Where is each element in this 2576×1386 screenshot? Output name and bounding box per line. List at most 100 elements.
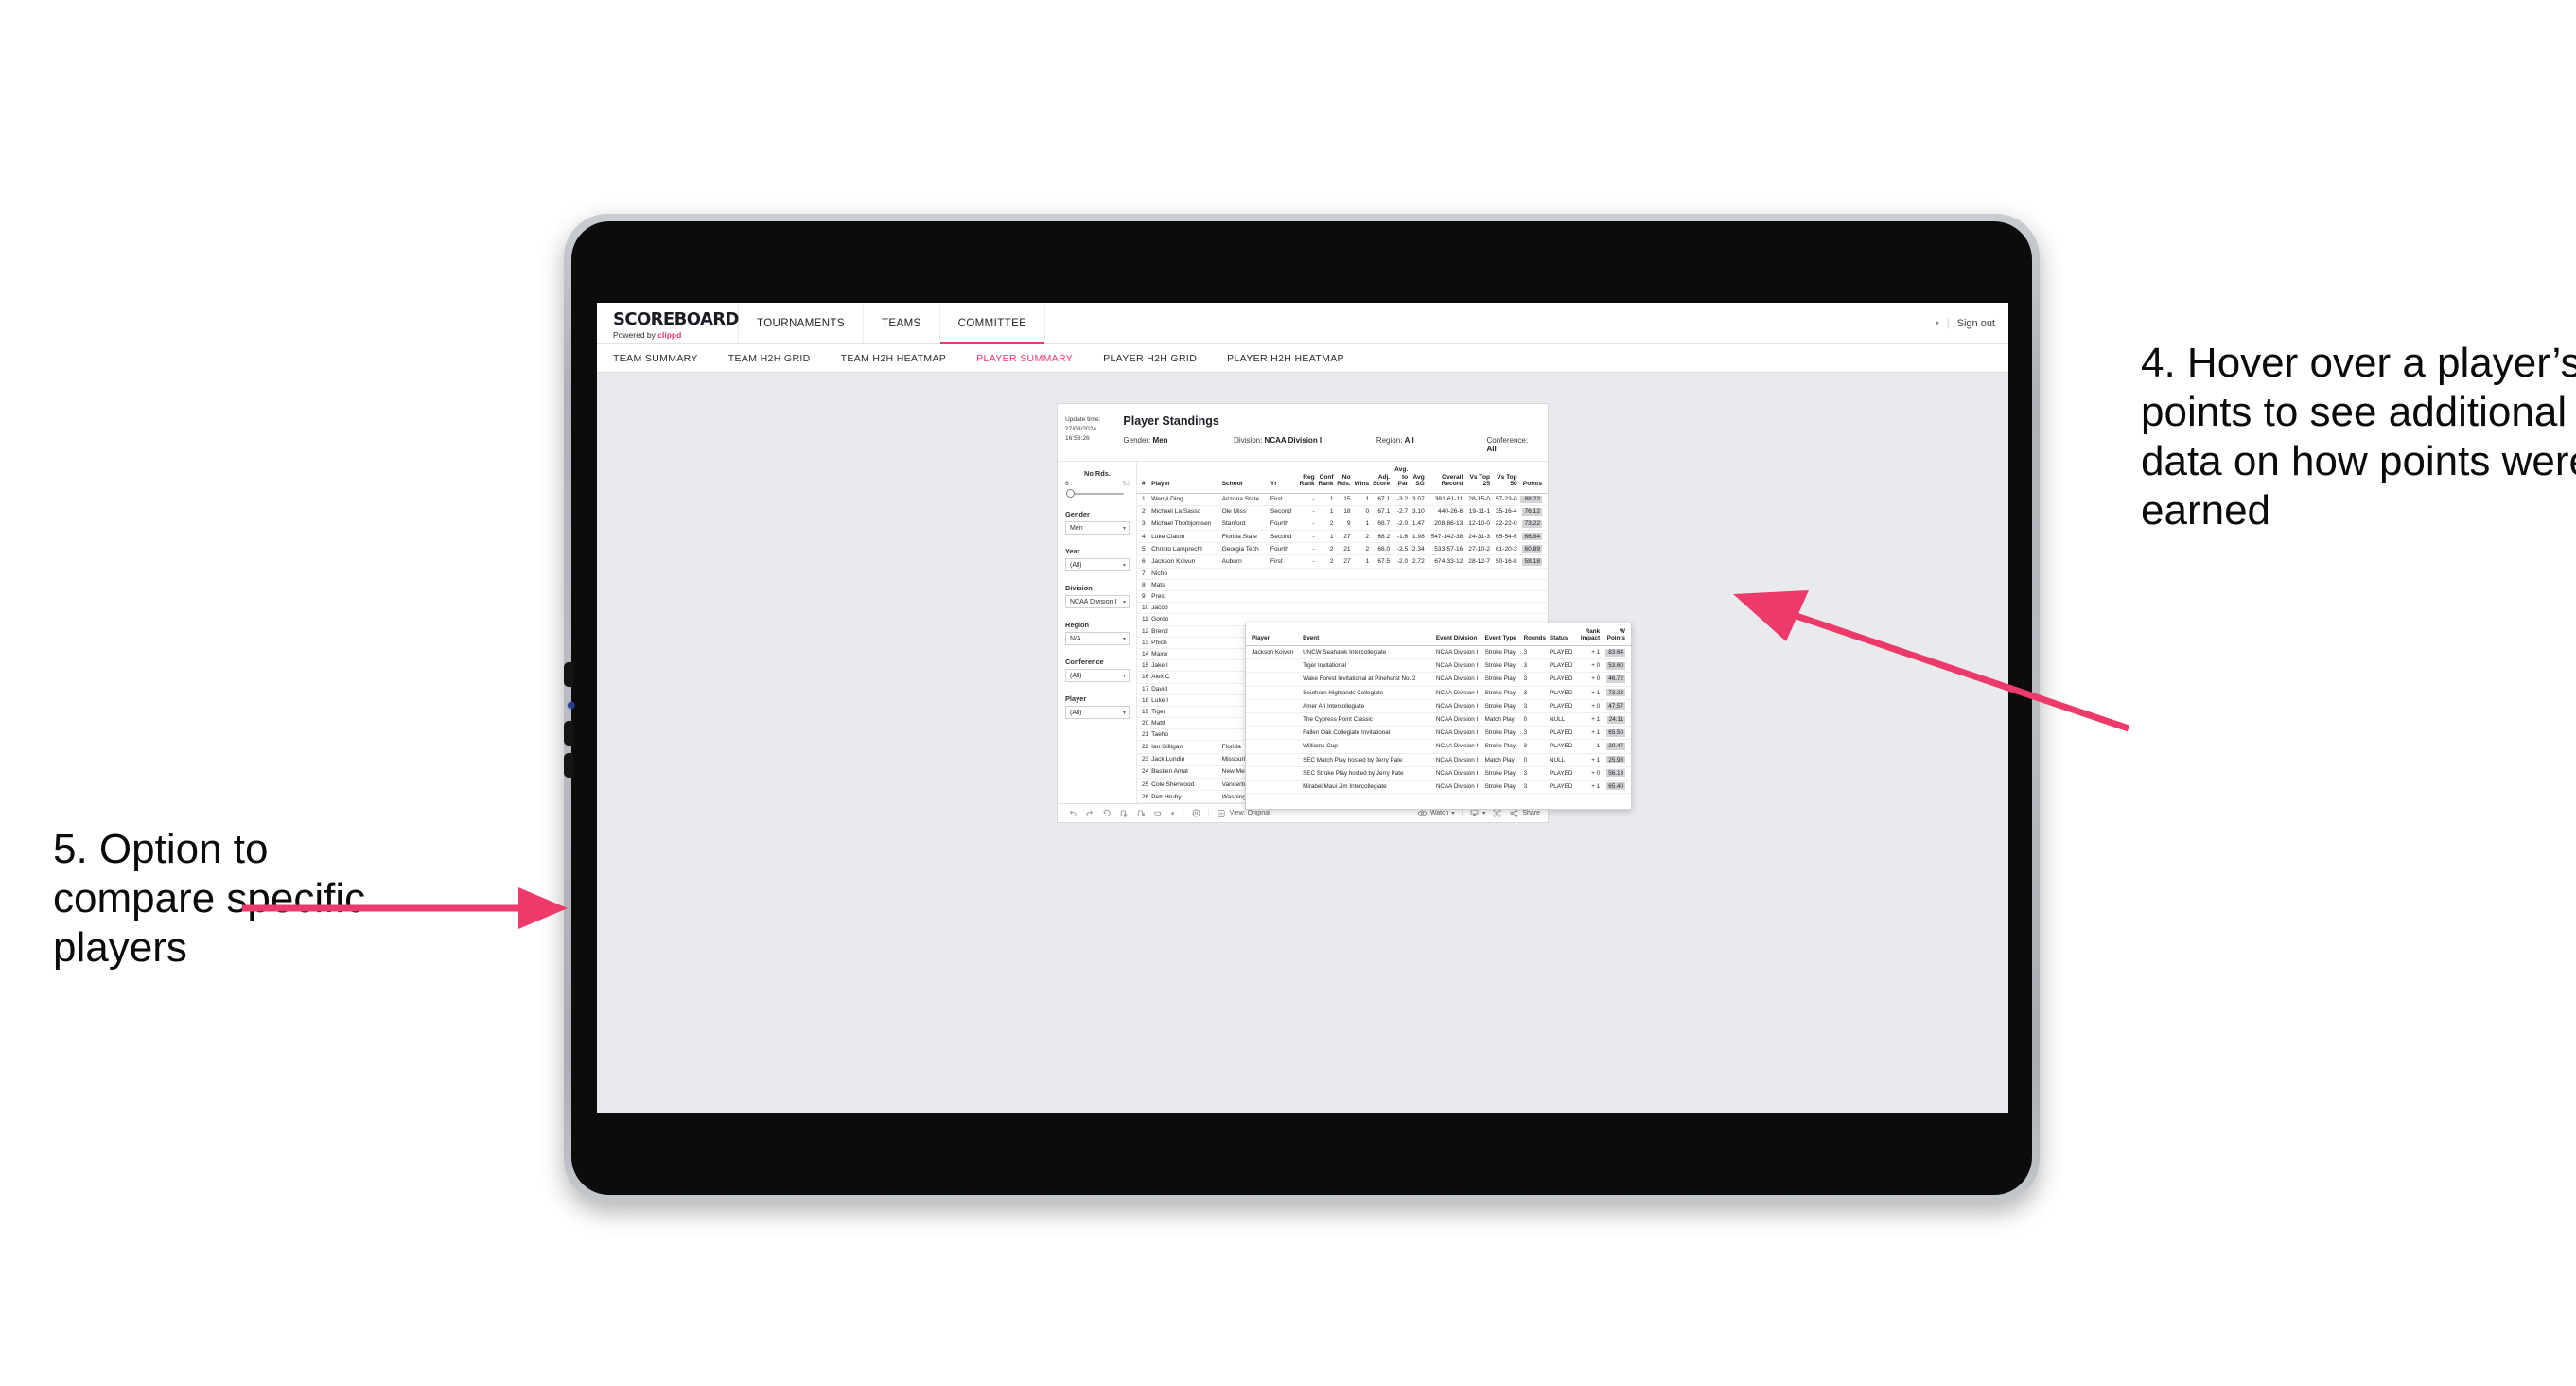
table-row[interactable]: 10 Jacob [1137, 602, 1548, 615]
cell-rank: 3 [1137, 518, 1151, 532]
cell-points[interactable]: 60.89 [1517, 542, 1548, 556]
table-row[interactable]: 4 Luke Claton Florida State Second -1 27 2 68.2… [1137, 530, 1548, 544]
custom-view-icon[interactable] [1152, 808, 1163, 818]
filter-year-select[interactable]: (All) ▾ [1065, 558, 1130, 571]
redo-icon[interactable] [1084, 808, 1095, 818]
filter-region: Region N/A ▾ [1065, 621, 1130, 645]
cell-overall-record: 381-61-11 [1425, 493, 1464, 506]
tooltip-cell-w-points: 25.98 [1602, 753, 1631, 767]
pause-refresh-icon[interactable] [1135, 808, 1146, 818]
cell-conf-rank: 1 [1315, 505, 1335, 518]
chevron-down-icon[interactable]: ▾ [1936, 319, 1939, 327]
tooltip-footer-spacer [1246, 794, 1631, 809]
cell-overall-record: 674-33-12 [1425, 554, 1464, 569]
col-vs-top-25[interactable]: Vs Top 25 [1463, 462, 1492, 494]
undo-icon[interactable] [1067, 808, 1078, 818]
filter-division-select[interactable]: NCAA Division I ▾ [1065, 595, 1130, 608]
col-rank[interactable]: # [1137, 462, 1151, 494]
tooltip-cell-rounds: 3 [1521, 726, 1549, 741]
cell-conf-rank: 2 [1315, 554, 1335, 569]
col-avg-sg[interactable]: Avg SG [1409, 462, 1426, 494]
tooltip-cell-player [1246, 686, 1302, 700]
slider-handle[interactable] [1066, 489, 1075, 498]
filter-gender-select[interactable]: Men ▾ [1065, 521, 1130, 535]
cell-occluded [1220, 579, 1548, 592]
tooltip-cell-event: Mirabel Maui Jim Intercollegiate [1301, 780, 1434, 795]
tooltip-cell-status: PLAYED [1548, 672, 1578, 687]
cell-reg-rank: - [1297, 505, 1316, 518]
brand-logo[interactable]: SCOREBOARD Powered by clippd [597, 303, 740, 343]
cell-school: Arizona State [1220, 493, 1270, 506]
table-row[interactable]: 8 Mats [1137, 579, 1548, 592]
col-vs-top-50[interactable]: Vs Top 50 [1491, 462, 1518, 494]
chevron-down-icon[interactable]: ▾ [1169, 808, 1176, 818]
filter-player-select[interactable]: (All) ▾ [1065, 706, 1130, 719]
cell-no-rds: 21 [1334, 542, 1352, 556]
revert-icon[interactable] [1101, 808, 1112, 818]
cell-points[interactable]: 88.22 [1517, 493, 1548, 506]
col-points[interactable]: Points [1517, 462, 1548, 494]
cell-points[interactable]: 58.18 [1517, 554, 1548, 569]
tab-player-h2h-grid[interactable]: PLAYER H2H GRID [1103, 353, 1218, 364]
standings-header-row: # Player School Yr Reg Rank Conf Rank No… [1137, 462, 1548, 494]
col-reg-rank[interactable]: Reg Rank [1297, 462, 1316, 494]
nav-item-tournaments[interactable]: TOURNAMENTS [739, 303, 864, 343]
tooltip-cell-status: NULL [1548, 753, 1578, 767]
filter-region-select[interactable]: N/A ▾ [1065, 632, 1130, 645]
view-icon [1217, 808, 1227, 818]
points-value-bar: 66.94 [1522, 533, 1542, 541]
table-row[interactable]: 7 Nicho [1137, 568, 1548, 580]
cell-yr: Fourth [1269, 518, 1298, 532]
table-row[interactable]: 1 Wenyi Ding Arizona State First -1 15 1 67.1 -3… [1137, 493, 1548, 506]
nav-item-committee[interactable]: COMMITTEE [939, 303, 1046, 344]
col-player[interactable]: Player [1150, 462, 1221, 494]
page-title: Player Standings [1123, 414, 1219, 428]
cell-points[interactable]: 76.12 [1517, 505, 1548, 518]
tab-team-h2h-grid[interactable]: TEAM H2H GRID [728, 353, 832, 364]
tip-col-w-points: W Points [1602, 623, 1631, 646]
no-rounds-slider[interactable] [1065, 489, 1130, 498]
w-points-value-bar: 83.64 [1605, 648, 1625, 657]
table-row[interactable]: 9 Prest [1137, 590, 1548, 604]
pause-auto-update-icon[interactable] [1191, 808, 1201, 818]
toolbar-divider-3: | [1461, 810, 1463, 817]
cell-wins: 0 [1351, 505, 1371, 518]
primary-nav: TOURNAMENTS TEAMS COMMITTEE [739, 303, 1046, 344]
col-no-rds[interactable]: No Rds. [1334, 462, 1352, 494]
tab-team-h2h-heatmap[interactable]: TEAM H2H HEATMAP [841, 353, 968, 364]
tip-col-status: Status [1548, 623, 1578, 646]
cell-overall-record: 547-142-38 [1425, 530, 1464, 544]
cell-rank: 20 [1137, 717, 1151, 730]
tooltip-cell-rounds: 3 [1521, 645, 1549, 660]
col-avg-to-par[interactable]: Avg. to Par [1391, 462, 1410, 494]
cell-vs-top-50: 50-16-8 [1491, 554, 1518, 569]
table-row[interactable]: 6 Jackson Koivun Auburn First -2 27 1 67.5 -2.0 2… [1137, 554, 1548, 569]
sign-out-link[interactable]: Sign out [1957, 318, 1995, 329]
tab-team-summary[interactable]: TEAM SUMMARY [613, 353, 719, 364]
w-points-value-bar: 20.47 [1606, 742, 1625, 750]
refresh-icon[interactable] [1118, 808, 1129, 818]
col-overall-record[interactable]: Overall Record [1425, 462, 1464, 494]
nav-item-teams[interactable]: TEAMS [864, 303, 940, 343]
table-row[interactable]: 5 Christo Lamprecht Georgia Tech Fourth -2 21… [1137, 542, 1548, 556]
col-school[interactable]: School [1220, 462, 1270, 494]
col-conf-rank[interactable]: Conf Rank [1315, 462, 1335, 494]
tooltip-cell-status: PLAYED [1548, 780, 1578, 795]
table-row[interactable]: 3 Michael Thorbjornsen Stanford Fourth -2 9 1 6… [1137, 518, 1548, 532]
cell-yr: Second [1269, 505, 1298, 518]
cell-vs-top-50: 65-54-6 [1491, 530, 1518, 544]
cell-wins: 2 [1351, 542, 1371, 556]
cell-points[interactable]: 73.22 [1517, 518, 1548, 532]
filter-conference-select[interactable]: (All) ▾ [1065, 669, 1130, 682]
filter-player-label: Player [1065, 694, 1087, 703]
cell-school: Florida State [1220, 530, 1270, 544]
cell-points[interactable]: 66.94 [1517, 530, 1548, 544]
tab-player-summary[interactable]: PLAYER SUMMARY [976, 353, 1094, 364]
tab-player-h2h-heatmap[interactable]: PLAYER H2H HEATMAP [1227, 353, 1365, 364]
col-adj-score[interactable]: Adj. Score [1370, 462, 1392, 494]
filter-region-value: N/A [1070, 635, 1081, 642]
col-wins[interactable]: Wins [1351, 462, 1371, 494]
col-yr[interactable]: Yr [1269, 462, 1298, 494]
table-row[interactable]: 2 Michael La Sasso Ole Miss Second -1 18 0 67.1… [1137, 505, 1548, 518]
cell-avg-sg: 2.34 [1409, 542, 1426, 556]
